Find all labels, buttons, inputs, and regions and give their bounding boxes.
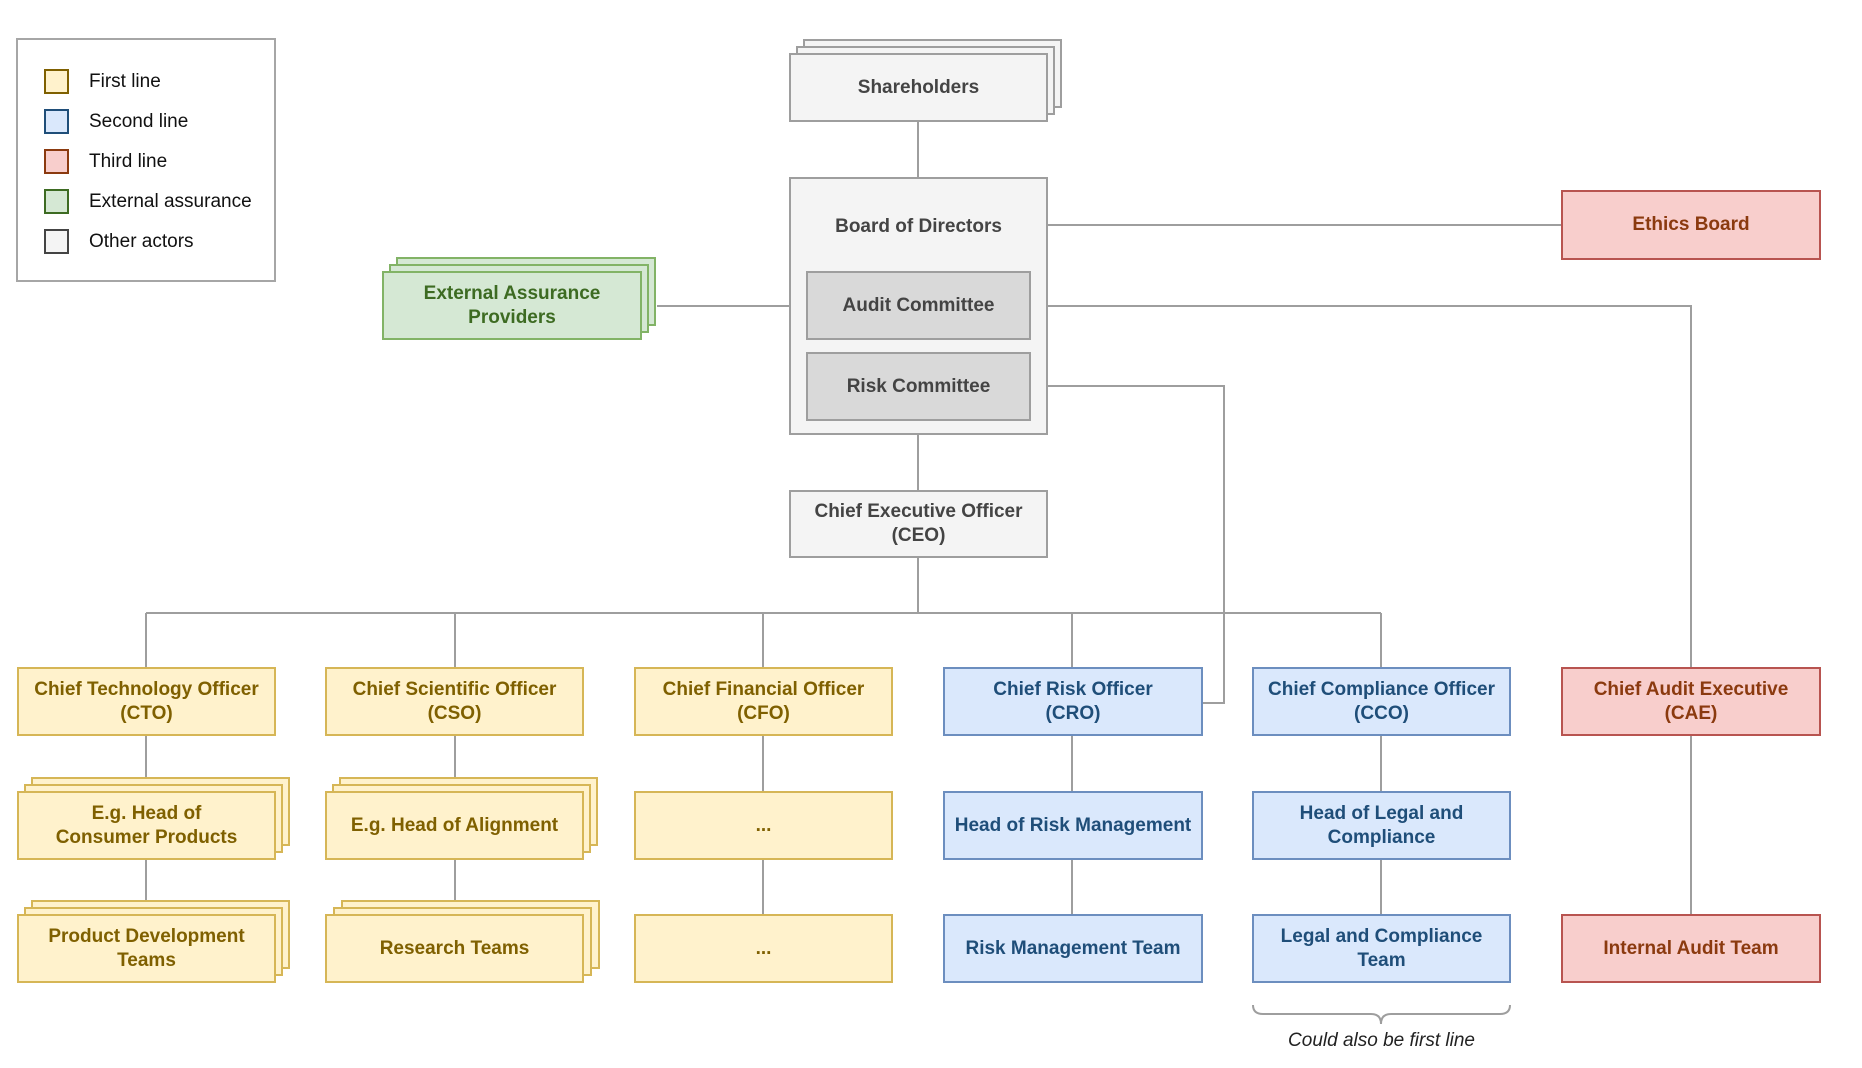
cro-box: Chief Risk Officer (CRO) — [943, 667, 1203, 736]
audit-committee-box: Audit Committee — [806, 271, 1031, 340]
external-assurance-box: External Assurance Providers — [382, 271, 642, 340]
swatch-external-assurance — [44, 189, 69, 214]
legend: First line Second line Third line Extern… — [16, 38, 276, 282]
legend-item-second-line: Second line — [44, 109, 188, 134]
cfo-box: Chief Financial Officer (CFO) — [634, 667, 893, 736]
ethics-board-box: Ethics Board — [1561, 190, 1821, 260]
legend-item-third-line: Third line — [44, 149, 167, 174]
cfo-team-box: ... — [634, 914, 893, 983]
research-teams-box: Research Teams — [325, 914, 584, 983]
product-development-teams-box: Product Development Teams — [17, 914, 276, 983]
head-of-legal-and-compliance-box: Head of Legal and Compliance — [1252, 791, 1511, 860]
legal-and-compliance-team-box: Legal and Compliance Team — [1252, 914, 1511, 983]
head-of-alignment-box: E.g. Head of Alignment — [325, 791, 584, 860]
cso-box: Chief Scientific Officer (CSO) — [325, 667, 584, 736]
swatch-first-line — [44, 69, 69, 94]
cae-box: Chief Audit Executive (CAE) — [1561, 667, 1821, 736]
cco-box: Chief Compliance Officer (CCO) — [1252, 667, 1511, 736]
legend-item-other-actors: Other actors — [44, 229, 194, 254]
could-also-be-first-line-note: Could also be first line — [1288, 1030, 1475, 1051]
legend-label: External assurance — [89, 190, 252, 212]
legend-label: Second line — [89, 110, 189, 132]
swatch-second-line — [44, 109, 69, 134]
head-of-risk-management-box: Head of Risk Management — [943, 791, 1203, 860]
cfo-mid-box: ... — [634, 791, 893, 860]
legend-label: Other actors — [89, 230, 194, 252]
shareholders-box: Shareholders — [789, 53, 1048, 122]
head-of-consumer-products-box: E.g. Head of Consumer Products — [17, 791, 276, 860]
ceo-box: Chief Executive Officer (CEO) — [789, 490, 1048, 558]
swatch-third-line — [44, 149, 69, 174]
internal-audit-team-box: Internal Audit Team — [1561, 914, 1821, 983]
swatch-other-actors — [44, 229, 69, 254]
legend-item-first-line: First line — [44, 69, 161, 94]
risk-management-team-box: Risk Management Team — [943, 914, 1203, 983]
cto-box: Chief Technology Officer (CTO) — [17, 667, 276, 736]
legend-item-external-assurance: External assurance — [44, 189, 252, 214]
legend-label: Third line — [89, 150, 168, 172]
risk-committee-box: Risk Committee — [806, 352, 1031, 421]
brace — [1252, 1004, 1511, 1025]
legend-label: First line — [89, 70, 161, 92]
line-risk-cro — [1031, 385, 1225, 704]
